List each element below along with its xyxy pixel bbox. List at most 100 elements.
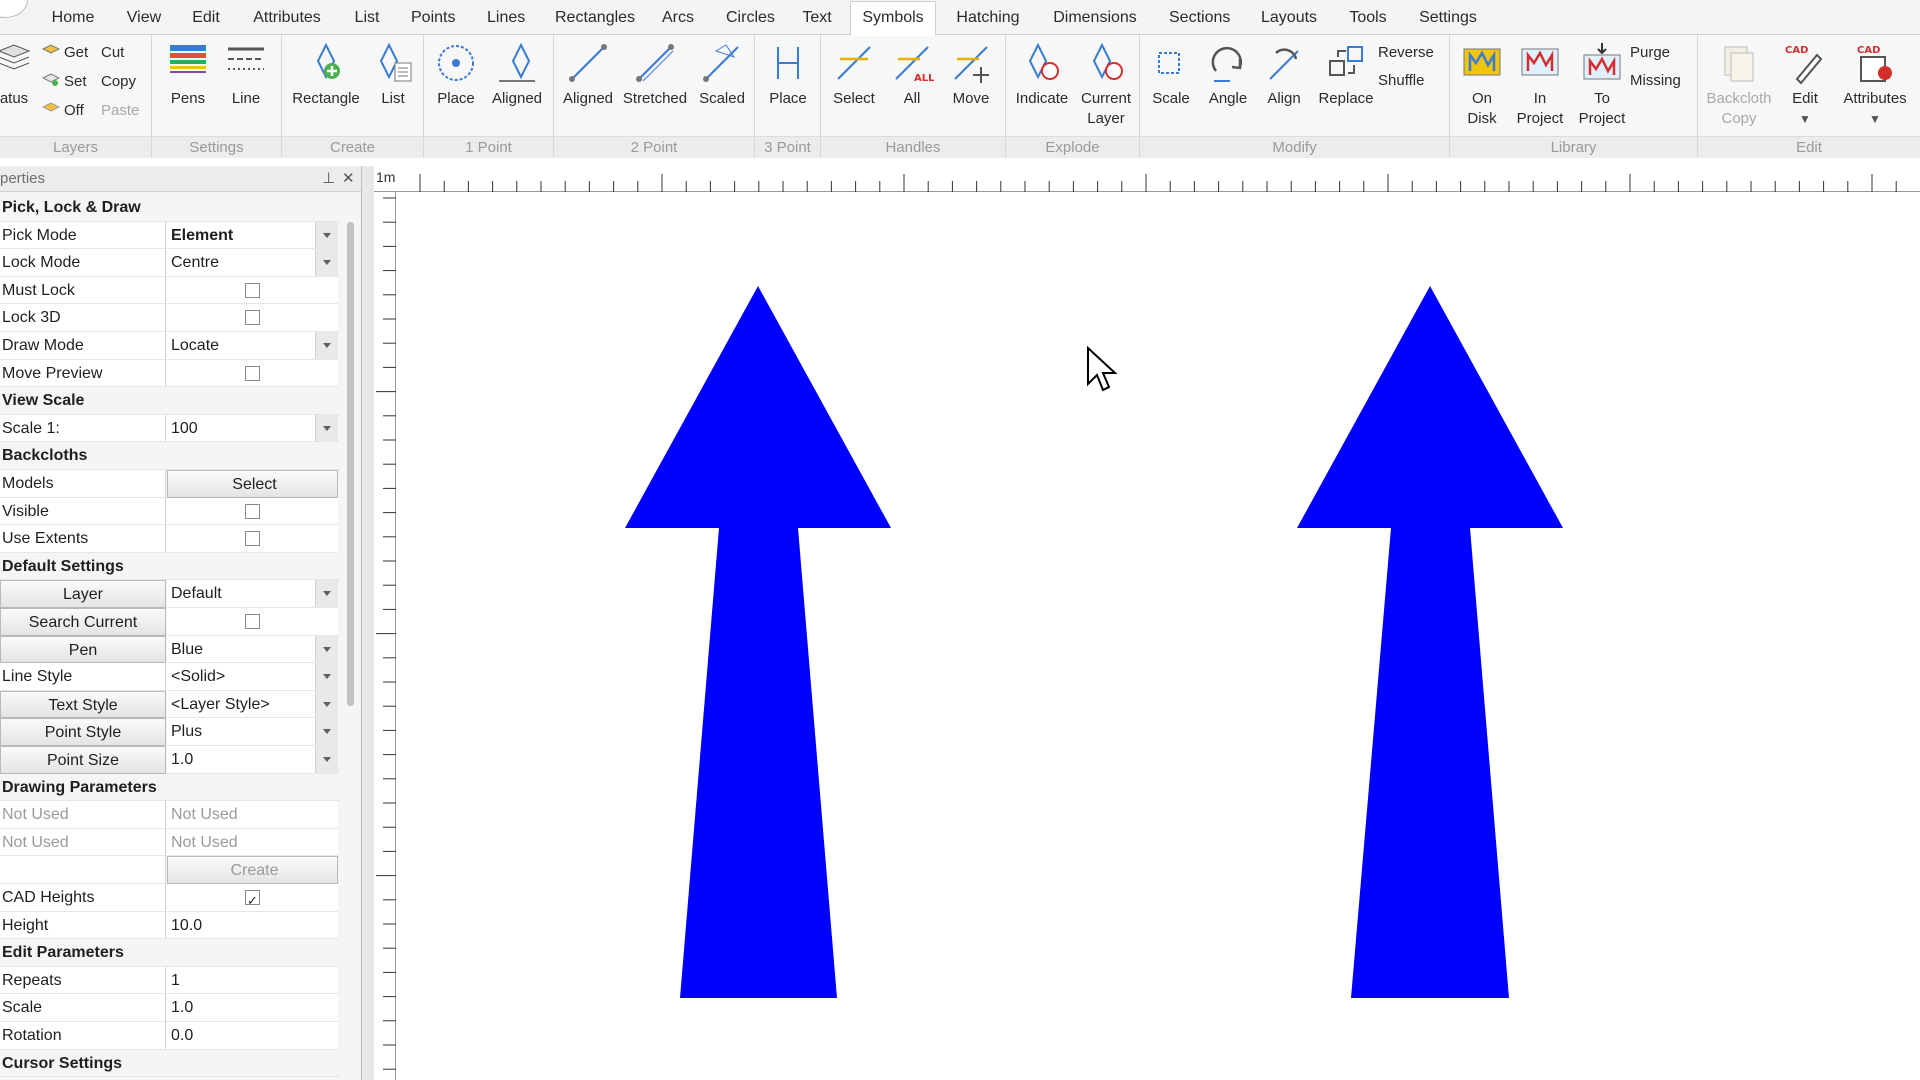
cad-attributes-button[interactable]: CAD Attributes ▼: [1834, 41, 1916, 129]
tab-home[interactable]: Home: [50, 0, 96, 35]
panel-splitter[interactable]: [362, 166, 374, 1080]
tab-lines[interactable]: Lines: [487, 0, 525, 35]
pens-button[interactable]: Pens: [162, 41, 214, 109]
handles-move-button[interactable]: Move: [941, 41, 1001, 109]
tab-edit[interactable]: Edit: [192, 0, 220, 35]
tab-layouts[interactable]: Layouts: [1261, 0, 1317, 35]
tab-points[interactable]: Points: [411, 0, 455, 35]
scaled-icon: [703, 44, 739, 82]
property-label-button[interactable]: Layer: [0, 580, 166, 608]
tab-attributes[interactable]: Attributes: [251, 0, 323, 35]
checkbox[interactable]: [245, 365, 260, 381]
tab-view[interactable]: View: [126, 0, 162, 35]
property-label-button[interactable]: Point Style: [0, 718, 166, 746]
create-list-button[interactable]: List: [370, 41, 416, 109]
library-in-project-button[interactable]: In Project: [1510, 41, 1570, 129]
property-dropdown[interactable]: Blue: [167, 635, 338, 664]
properties-scrollbar[interactable]: [347, 222, 354, 706]
layer-status-label: atus: [0, 90, 29, 107]
explode-indicate-button[interactable]: Indicate: [1010, 41, 1074, 109]
checkbox[interactable]: [245, 531, 260, 547]
paste-button[interactable]: Paste: [101, 98, 139, 124]
property-input[interactable]: 1: [167, 966, 338, 995]
checkbox[interactable]: [245, 282, 260, 298]
property-dropdown[interactable]: 1.0: [167, 746, 338, 774]
property-button[interactable]: Select: [167, 470, 338, 498]
tab-rectangles[interactable]: Rectangles: [555, 0, 635, 35]
backcloth-copy-button[interactable]: Backcloth Copy: [1702, 41, 1776, 129]
layer-off-button[interactable]: Off: [42, 98, 84, 124]
tab-symbols[interactable]: Symbols: [850, 1, 936, 36]
layers-stack-icon: [0, 44, 31, 70]
property-label-button[interactable]: Text Style: [0, 690, 166, 719]
property-input[interactable]: Not Used: [167, 801, 338, 829]
modify-align-button[interactable]: Align: [1258, 41, 1310, 109]
property-button[interactable]: Create: [167, 856, 338, 884]
stretched-button[interactable]: Stretched: [620, 41, 690, 109]
place-1pt-button[interactable]: Place: [430, 41, 482, 109]
drawing-canvas[interactable]: [396, 193, 1920, 1080]
close-icon[interactable]: ✕: [342, 166, 355, 192]
property-input[interactable]: 10.0: [167, 911, 338, 940]
aligned-1pt-button[interactable]: Aligned: [486, 41, 548, 109]
symbol-list-icon: [379, 42, 412, 82]
property-row: Line Style <Solid>: [0, 663, 340, 691]
property-dropdown[interactable]: <Solid>: [167, 663, 338, 691]
aligned-2pt-button[interactable]: Aligned: [558, 41, 618, 109]
checkbox[interactable]: [245, 614, 260, 629]
place-3pt-button[interactable]: Place: [761, 41, 815, 109]
layer-set-button[interactable]: Set: [42, 69, 87, 95]
application-menu-button[interactable]: [0, 0, 28, 18]
cad-edit-button[interactable]: CAD Edit ▼: [1782, 41, 1828, 129]
copy-button[interactable]: Copy: [101, 69, 136, 95]
property-dropdown[interactable]: Centre: [167, 249, 338, 277]
property-dropdown[interactable]: Default: [167, 580, 338, 608]
tab-tools[interactable]: Tools: [1348, 0, 1388, 35]
checkbox[interactable]: [245, 310, 260, 326]
property-dropdown[interactable]: 100: [167, 414, 338, 443]
property-dropdown[interactable]: Element: [167, 221, 338, 250]
layer-get-button[interactable]: Get: [42, 40, 88, 66]
property-label: CAD Heights: [0, 884, 166, 912]
property-input[interactable]: Not Used: [167, 828, 338, 857]
property-label-button[interactable]: Point Size: [0, 746, 166, 774]
arrow-symbol[interactable]: [625, 286, 891, 998]
property-dropdown[interactable]: Locate: [167, 332, 338, 360]
property-label-button[interactable]: Pen: [0, 635, 166, 664]
checkbox[interactable]: [245, 503, 260, 519]
property-row: Not Used Not Used: [0, 801, 340, 829]
scaled-button[interactable]: Scaled: [694, 41, 750, 109]
property-dropdown[interactable]: <Layer Style>: [167, 690, 338, 719]
checkbox[interactable]: [245, 887, 260, 911]
handles-all-button[interactable]: ALL All: [885, 41, 939, 109]
property-input[interactable]: 0.0: [167, 1022, 338, 1050]
tab-hatching[interactable]: Hatching: [956, 0, 1020, 35]
library-on-disk-button[interactable]: On Disk: [1454, 41, 1510, 129]
modify-replace-button[interactable]: Replace: [1314, 41, 1378, 109]
layer-status-button[interactable]: atus: [0, 41, 34, 109]
create-rectangle-button[interactable]: Rectangle: [288, 41, 364, 109]
library-purge-button[interactable]: Purge: [1630, 40, 1670, 66]
library-to-project-button[interactable]: To Project: [1572, 41, 1632, 129]
arrow-symbol[interactable]: [1297, 286, 1563, 998]
tab-circles[interactable]: Circles: [726, 0, 775, 35]
modify-angle-button[interactable]: Angle: [1202, 41, 1254, 109]
property-label-button[interactable]: Search Current: [0, 608, 166, 636]
tab-arcs[interactable]: Arcs: [662, 0, 694, 35]
modify-scale-button[interactable]: Scale: [1146, 41, 1196, 109]
property-dropdown[interactable]: Plus: [167, 718, 338, 746]
tab-dimensions[interactable]: Dimensions: [1053, 0, 1137, 35]
tab-sections[interactable]: Sections: [1169, 0, 1230, 35]
modify-reverse-button[interactable]: Reverse: [1378, 40, 1434, 66]
pin-icon[interactable]: ⊥: [322, 166, 335, 192]
modify-shuffle-button[interactable]: Shuffle: [1378, 68, 1424, 94]
library-missing-button[interactable]: Missing: [1630, 68, 1681, 94]
handles-select-button[interactable]: Select: [825, 41, 883, 109]
explode-current-layer-button[interactable]: Current Layer: [1074, 41, 1138, 129]
tab-settings[interactable]: Settings: [1418, 0, 1478, 35]
cut-button[interactable]: Cut: [101, 40, 124, 66]
property-input[interactable]: 1.0: [167, 994, 338, 1022]
line-style-button[interactable]: Line: [220, 41, 272, 109]
tab-text[interactable]: Text: [802, 0, 832, 35]
tab-list[interactable]: List: [354, 0, 380, 35]
